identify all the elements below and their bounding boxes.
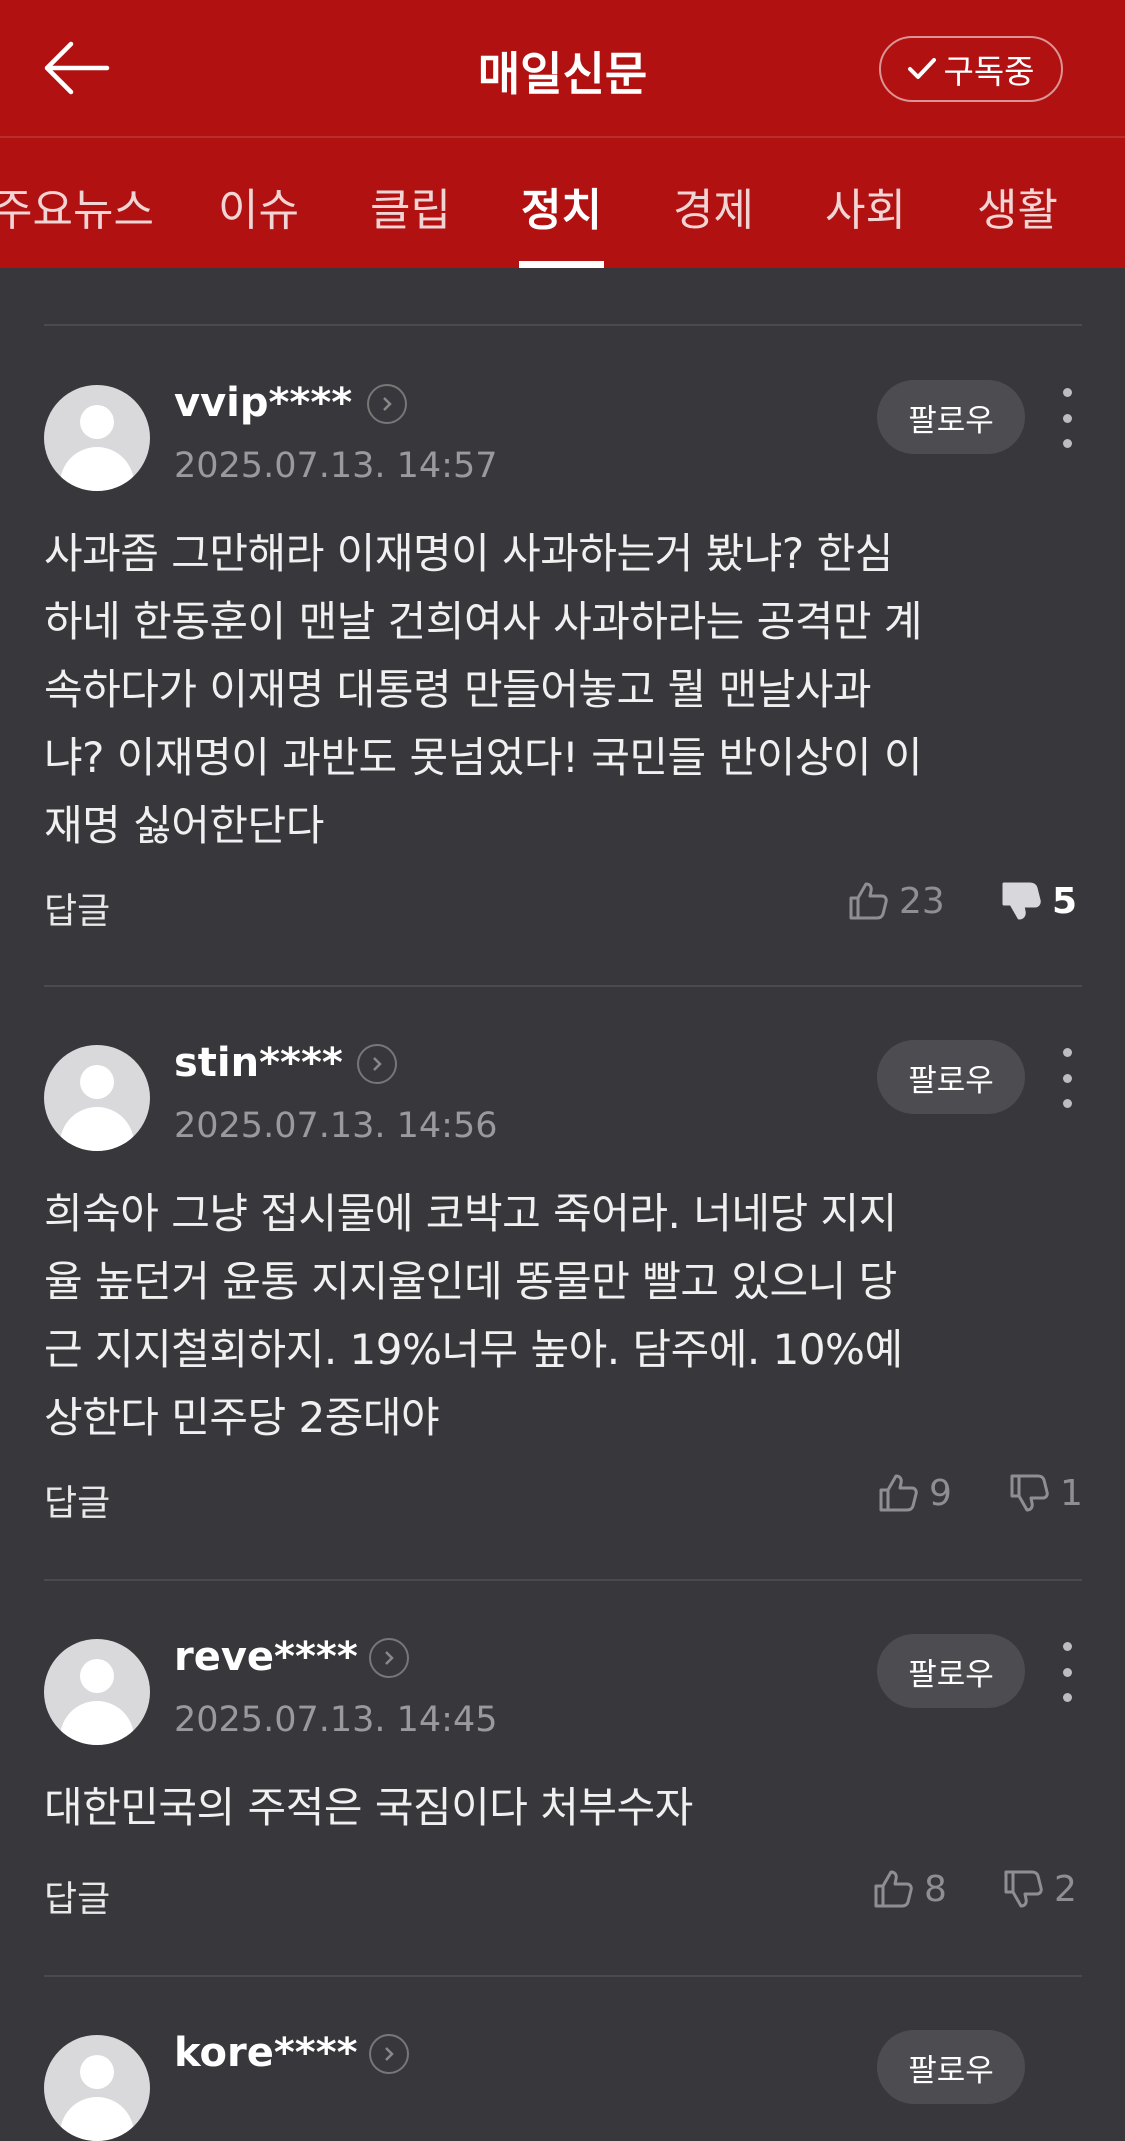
dislike-count: 1	[1060, 1472, 1083, 1514]
comment-timestamp: 2025.07.13. 14:45	[174, 1700, 498, 1740]
divider	[44, 985, 1082, 987]
tab-main-news[interactable]: 주요뉴스	[0, 174, 154, 268]
comment-line: 속하다가 이재명 대통령 만들어놓고 뭘 맨날사과	[44, 665, 872, 714]
dislike-button[interactable]: 2	[1002, 1868, 1077, 1910]
reply-button[interactable]: 답글	[44, 1870, 110, 1922]
comment-username[interactable]: stin****	[174, 1040, 343, 1086]
tab-politics[interactable]: 정치	[519, 174, 604, 268]
subscribe-label: 구독중	[943, 52, 1035, 91]
divider	[44, 1975, 1082, 1977]
avatar[interactable]	[44, 385, 150, 491]
follow-button[interactable]: 팔로우	[877, 2030, 1025, 2104]
like-count: 9	[929, 1472, 952, 1514]
like-count: 23	[899, 880, 945, 922]
dislike-count: 2	[1054, 1868, 1077, 1910]
comment-line: 사과좀 그만해라 이재명이 사과하는거 봤냐? 한심	[44, 529, 893, 578]
thumbs-up-icon	[847, 880, 889, 922]
follow-button[interactable]: 팔로우	[877, 1040, 1025, 1114]
like-button[interactable]: 8	[872, 1868, 947, 1910]
comment-line: 냐? 이재명이 과반도 못넘었다! 국민들 반이상이 이	[44, 733, 923, 782]
thumbs-up-icon	[872, 1868, 914, 1910]
dislike-count: 5	[1052, 880, 1078, 922]
thumbs-down-icon	[1000, 880, 1042, 922]
tab-economy[interactable]: 경제	[673, 174, 754, 268]
follow-button[interactable]: 팔로우	[877, 1634, 1025, 1708]
comment-body: 대한민국의 주적은 국짐이다 처부수자	[44, 1774, 1084, 1842]
comment-list: vvip**** 2025.07.13. 14:57 팔로우 사과좀 그만해라 …	[0, 268, 1125, 2141]
follow-button[interactable]: 팔로우	[877, 380, 1025, 454]
comment-username[interactable]: vvip****	[174, 380, 352, 426]
comment-timestamp: 2025.07.13. 14:56	[174, 1106, 498, 1146]
reply-button[interactable]: 답글	[44, 1474, 110, 1526]
subscribe-button[interactable]: 구독중	[879, 36, 1063, 102]
comment-username[interactable]: reve****	[174, 1634, 358, 1680]
comment-username[interactable]: kore****	[174, 2030, 358, 2076]
more-options-icon[interactable]	[1050, 1642, 1084, 1702]
check-icon	[907, 56, 937, 82]
avatar[interactable]	[44, 2035, 150, 2141]
chevron-right-icon[interactable]	[367, 384, 407, 424]
tab-society[interactable]: 사회	[825, 174, 906, 268]
more-options-icon[interactable]	[1050, 1048, 1084, 1108]
chevron-right-icon[interactable]	[369, 1638, 409, 1678]
app-header: 매일신문 구독중 주요뉴스 이슈 클립 정치 경제 사회 생활	[0, 0, 1125, 268]
tab-issue[interactable]: 이슈	[218, 174, 299, 268]
more-options-icon[interactable]	[1050, 388, 1084, 448]
comment-body: 희숙아 그냥 접시물에 코박고 죽어라. 너네당 지지 율 높던거 윤통 지지율…	[44, 1180, 1084, 1452]
comment-line: 상한다 민주당 2중대야	[44, 1393, 440, 1442]
comment-timestamp: 2025.07.13. 14:57	[174, 446, 498, 486]
like-button[interactable]: 9	[877, 1472, 952, 1514]
dislike-button[interactable]: 1	[1008, 1472, 1083, 1514]
comment-line: 근 지지철회하지. 19%너무 높아. 담주에. 10%예	[44, 1325, 903, 1374]
like-count: 8	[924, 1868, 947, 1910]
thumbs-down-icon	[1002, 1868, 1044, 1910]
dislike-button[interactable]: 5	[1000, 880, 1077, 922]
title-bar: 매일신문 구독중	[0, 0, 1125, 138]
comment-line: 재명 싫어한단다	[44, 801, 324, 850]
thumbs-up-icon	[877, 1472, 919, 1514]
arrow-left-icon	[41, 38, 111, 98]
comment-line: 하네 한동훈이 맨날 건희여사 사과하라는 공격만 계	[44, 597, 923, 646]
divider	[44, 1579, 1082, 1581]
category-tabs: 주요뉴스 이슈 클립 정치 경제 사회 생활	[0, 140, 1125, 268]
comment-body: 사과좀 그만해라 이재명이 사과하는거 봤냐? 한심 하네 한동훈이 맨날 건희…	[44, 520, 1084, 860]
back-button[interactable]	[36, 36, 116, 100]
like-button[interactable]: 23	[847, 880, 945, 922]
divider	[44, 324, 1082, 326]
comment-line: 희숙아 그냥 접시물에 코박고 죽어라. 너네당 지지	[44, 1189, 897, 1238]
comment-line: 대한민국의 주적은 국짐이다 처부수자	[44, 1783, 693, 1832]
tab-clip[interactable]: 클립	[370, 174, 451, 268]
avatar[interactable]	[44, 1045, 150, 1151]
comment-line: 율 높던거 윤통 지지율인데 똥물만 빨고 있으니 당	[44, 1257, 897, 1306]
chevron-right-icon[interactable]	[369, 2034, 409, 2074]
reply-button[interactable]: 답글	[44, 882, 110, 934]
chevron-right-icon[interactable]	[357, 1044, 397, 1084]
tab-life[interactable]: 생활	[977, 174, 1058, 268]
avatar[interactable]	[44, 1639, 150, 1745]
thumbs-down-icon	[1008, 1472, 1050, 1514]
